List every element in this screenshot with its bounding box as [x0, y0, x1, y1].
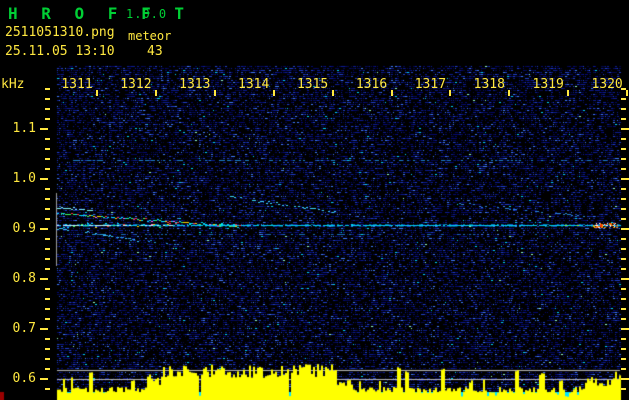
freq-minor-tick [45, 107, 50, 110]
freq-minor-tick [45, 357, 50, 360]
freq-major-tick [621, 277, 629, 280]
freq-minor-tick [45, 267, 50, 270]
datetime-label: 25.11.05 13:10 [5, 44, 115, 59]
freq-minor-tick [621, 247, 626, 250]
freq-minor-tick [45, 157, 50, 160]
time-tick-label-1315: 1315 [296, 77, 329, 92]
freq-minor-tick [621, 317, 626, 320]
time-tick-mark [449, 90, 452, 96]
freq-minor-tick [621, 257, 626, 260]
freq-minor-tick [621, 147, 626, 150]
hrofft-window: H R O F F T 1.0.0 2511051310.png meteor … [0, 0, 629, 400]
freq-major-tick [621, 377, 629, 380]
freq-minor-tick [621, 357, 626, 360]
freq-major-tick [40, 327, 48, 330]
freq-minor-tick [621, 267, 626, 270]
freq-minor-tick [621, 207, 626, 210]
time-tick-mark [154, 90, 157, 96]
freq-major-tick [621, 227, 629, 230]
time-tick-mark [567, 90, 570, 96]
freq-minor-tick [45, 137, 50, 140]
freq-tick-label-0.6: 0.6 [12, 370, 36, 386]
freq-minor-tick [621, 87, 626, 90]
time-tick-label-1312: 1312 [120, 77, 152, 92]
freq-minor-tick [45, 147, 50, 150]
time-tick-label-1313: 1313 [179, 77, 211, 92]
freq-minor-tick [621, 197, 626, 200]
time-tick-mark [626, 90, 629, 96]
freq-minor-tick [45, 247, 50, 250]
freq-minor-tick [45, 217, 50, 220]
freq-major-tick [621, 327, 629, 330]
freq-minor-tick [45, 307, 50, 310]
freq-minor-tick [45, 167, 50, 170]
freq-minor-tick [621, 367, 626, 370]
freq-minor-tick [45, 317, 50, 320]
freq-major-tick [40, 177, 48, 180]
freq-minor-tick [621, 97, 626, 100]
time-tick-mark [96, 90, 98, 96]
freq-minor-tick [621, 137, 626, 140]
freq-minor-tick [45, 367, 50, 370]
freq-minor-tick [45, 337, 50, 340]
freq-minor-tick [621, 297, 626, 300]
freq-minor-tick [621, 307, 626, 310]
freq-tick-label-0.9: 0.9 [12, 220, 36, 236]
time-tick-mark [213, 90, 216, 96]
time-tick-mark [508, 90, 511, 96]
time-tick-mark [390, 90, 393, 96]
freq-unit-label: kHz [1, 77, 25, 92]
spectrogram-canvas [0, 0, 629, 400]
freq-minor-tick [621, 237, 626, 240]
time-tick-mark [331, 90, 334, 96]
freq-minor-tick [45, 97, 50, 100]
freq-minor-tick [45, 287, 50, 290]
time-tick-mark [272, 90, 275, 96]
freq-major-tick [40, 277, 48, 280]
freq-major-tick [621, 127, 629, 130]
freq-minor-tick [621, 167, 626, 170]
freq-minor-tick [621, 157, 626, 160]
freq-minor-tick [45, 197, 50, 200]
time-tick-label-1320: 1320 [591, 77, 623, 92]
freq-minor-tick [45, 347, 50, 350]
freq-minor-tick [45, 237, 50, 240]
freq-minor-tick [45, 87, 50, 90]
freq-minor-tick [621, 387, 626, 390]
freq-minor-tick [45, 257, 50, 260]
freq-major-tick [40, 377, 48, 380]
freq-minor-tick [621, 107, 626, 110]
output-filename: 2511051310.png [5, 25, 115, 40]
time-tick-label-1317: 1317 [414, 77, 447, 92]
freq-tick-label-0.7: 0.7 [12, 320, 36, 336]
freq-tick-label-1.1: 1.1 [12, 120, 36, 136]
freq-minor-tick [621, 337, 626, 340]
time-tick-label-1316: 1316 [355, 77, 388, 92]
echo-count: 43 [147, 44, 163, 59]
time-tick-label-1318: 1318 [473, 77, 505, 92]
freq-minor-tick [621, 217, 626, 220]
freq-major-tick [40, 127, 48, 130]
freq-minor-tick [621, 117, 626, 120]
freq-minor-tick [45, 187, 50, 190]
freq-minor-tick [45, 297, 50, 300]
freq-minor-tick [621, 187, 626, 190]
freq-minor-tick [45, 207, 50, 210]
freq-minor-tick [45, 387, 50, 390]
freq-minor-tick [45, 117, 50, 120]
freq-major-tick [40, 227, 48, 230]
freq-minor-tick [621, 347, 626, 350]
time-tick-label-1314: 1314 [238, 77, 270, 92]
freq-tick-label-1.0: 1.0 [12, 170, 36, 186]
freq-minor-tick [621, 287, 626, 290]
mode-label: meteor [128, 29, 172, 43]
freq-major-tick [621, 177, 629, 180]
time-tick-label-1311: 1311 [61, 77, 93, 92]
app-version: 1.0.0 [126, 7, 168, 21]
freq-tick-label-0.8: 0.8 [12, 270, 36, 286]
time-tick-label-1319: 1319 [532, 77, 564, 92]
